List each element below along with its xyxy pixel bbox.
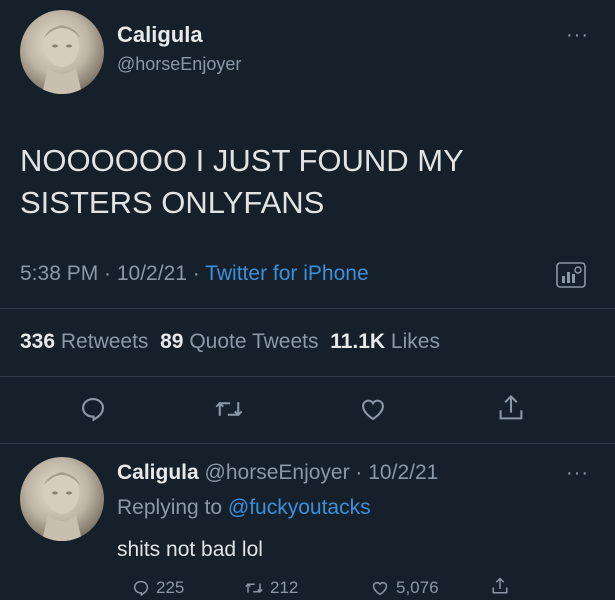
tweet-text: NOOOOOO I JUST FOUND MY SISTERS ONLYFANS [20,140,464,224]
reply-author-name[interactable]: Caligula [117,461,199,484]
bust-icon [42,25,82,94]
divider [0,376,615,377]
retweet-count: 212 [270,578,299,597]
share-icon [492,577,508,594]
retweet-icon [215,401,243,417]
replying-to-link[interactable]: @fuckyoutacks [228,496,371,519]
quote-tweets-stat[interactable]: 89 Quote Tweets [160,330,318,353]
reply-author-meta[interactable]: @horseEnjoyer · 10/2/21 [205,461,439,484]
divider [0,308,615,309]
reply-reply-button[interactable]: 225 [132,578,184,598]
author-avatar[interactable] [20,10,104,94]
quotes-count: 89 [160,330,184,353]
reply-icon [133,580,149,597]
reply-icon [82,398,104,422]
tweet-text-line: NOOOOOO I JUST FOUND MY [20,143,464,178]
reply-header: Caligula @horseEnjoyer · 10/2/21 [117,461,438,485]
tweet-timestamp: 5:38 PM · 10/2/21 · Twitter for iPhone [20,262,369,286]
share-icon [499,394,523,420]
author-name[interactable]: Caligula [117,22,203,48]
replying-to: Replying to @fuckyoutacks [117,496,371,520]
reply-count: 225 [156,578,185,597]
more-options-button[interactable]: ··· [566,24,589,47]
divider [0,443,615,444]
replying-to-prefix: Replying to [117,496,228,519]
retweets-label: Retweets [60,330,149,353]
reply-author-avatar[interactable] [20,457,104,541]
like-count: 5,076 [396,578,439,597]
quotes-label: Quote Tweets [189,330,319,353]
reply-button[interactable] [79,395,107,423]
likes-stat[interactable]: 11.1K Likes [330,330,440,353]
like-button[interactable] [358,395,388,423]
retweets-count: 336 [20,330,56,353]
timestamp-text[interactable]: 5:38 PM · 10/2/21 · [20,262,205,285]
retweet-button[interactable] [214,395,244,423]
bust-icon [42,472,82,541]
author-handle[interactable]: @horseEnjoyer [117,54,241,75]
analytics-icon[interactable] [556,262,586,288]
reply-like-button[interactable]: 5,076 [370,578,439,598]
likes-label: Likes [390,330,440,353]
reply-share-button[interactable] [491,576,509,596]
like-icon [362,399,384,421]
reply-more-options-button[interactable]: ··· [566,462,589,485]
like-icon [372,581,388,596]
likes-count: 11.1K [330,330,386,353]
reply-text: shits not bad lol [117,538,263,561]
tweet-stats: 336 Retweets 89 Quote Tweets 11.1K Likes [20,330,440,354]
retweet-icon [245,583,263,593]
retweets-stat[interactable]: 336 Retweets [20,330,148,353]
share-button[interactable] [497,393,525,423]
tweet-source-link[interactable]: Twitter for iPhone [205,262,368,285]
tweet-text-line: SISTERS ONLYFANS [20,185,325,220]
reply-retweet-button[interactable]: 212 [244,578,298,598]
